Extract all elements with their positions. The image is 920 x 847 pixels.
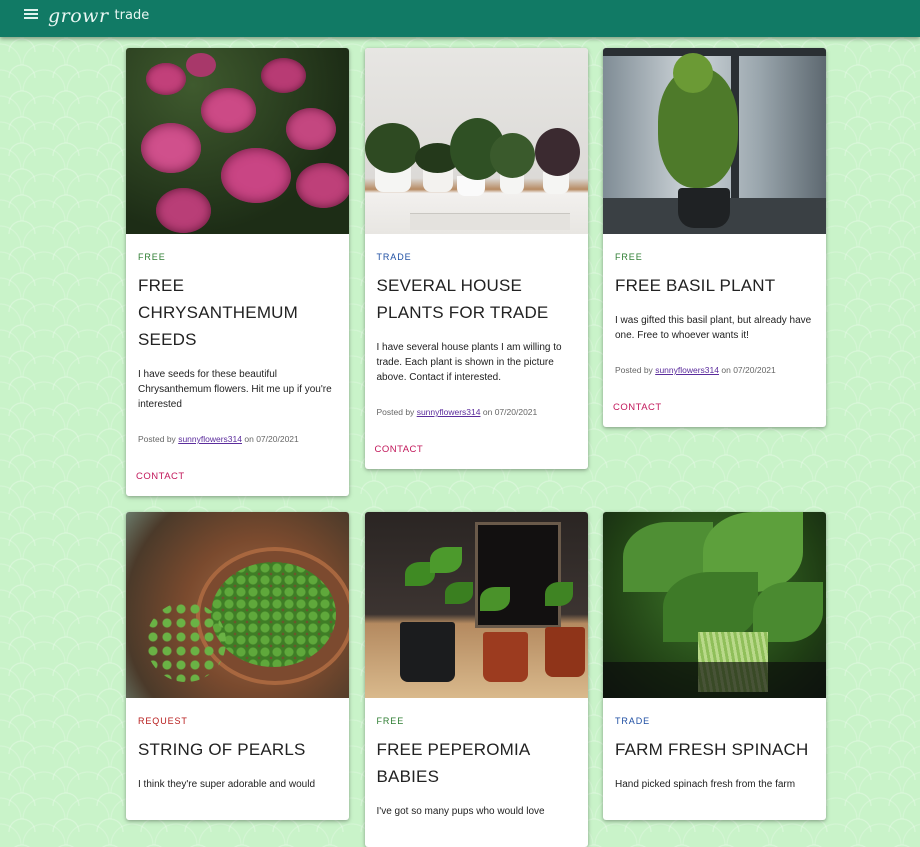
listing-card: TRADE SEVERAL HOUSE PLANTS FOR TRADE I h… <box>364 48 588 469</box>
listing-tag: FREE <box>138 252 166 262</box>
listing-card: FREE FREE BASIL PLANT I was gifted this … <box>603 48 826 427</box>
listing-card: FREE FREE CHRYSANTHEMUM SEEDS I have see… <box>126 48 349 496</box>
contact-button[interactable]: CONTACT <box>613 400 662 415</box>
listing-title: STRING OF PEARLS <box>138 740 306 759</box>
listing-grid: FREE FREE CHRYSANTHEMUM SEEDS I have see… <box>126 48 826 847</box>
listing-meta: Posted by sunnyflowers314 on 07/20/2021 <box>615 365 814 375</box>
listing-title: FARM FRESH SPINACH <box>615 740 809 759</box>
basil-plant-photo <box>603 48 826 234</box>
post-date: 07/20/2021 <box>733 365 776 375</box>
string-of-pearls-photo <box>126 512 349 698</box>
listing-description: I was gifted this basil plant, but alrea… <box>615 315 812 341</box>
listing-card: REQUEST STRING OF PEARLS I think they're… <box>126 512 349 820</box>
listing-tag: REQUEST <box>138 716 188 726</box>
house-plants-photo <box>364 48 588 234</box>
user-link[interactable]: sunnyflowers314 <box>178 434 242 444</box>
listing-description: I have seeds for these beautiful Chrysan… <box>138 369 332 410</box>
listing-tag: FREE <box>376 716 405 726</box>
listing-tag: FREE <box>615 252 643 262</box>
listing-description: I've got so many pups who would love <box>376 806 545 817</box>
listing-tag: TRADE <box>615 716 651 726</box>
user-link[interactable]: sunnyflowers314 <box>655 365 719 375</box>
listing-description: I have several house plants I am willing… <box>376 342 562 383</box>
user-link[interactable]: sunnyflowers314 <box>417 407 481 417</box>
post-date: 07/20/2021 <box>256 434 299 444</box>
brand-word: trade <box>114 8 150 23</box>
peperomia-photo <box>364 512 588 698</box>
listing-title: SEVERAL HOUSE PLANTS FOR TRADE <box>376 276 549 322</box>
app-bar: growr trade <box>0 0 920 37</box>
listing-card: FREE FREE PEPEROMIA BABIES I've got so m… <box>364 512 588 847</box>
contact-button[interactable]: CONTACT <box>375 442 424 457</box>
listing-description: I think they're super adorable and would <box>138 779 316 790</box>
date-prefix: on <box>244 434 254 444</box>
menu-icon[interactable] <box>24 9 38 21</box>
post-date: 07/20/2021 <box>494 407 538 417</box>
posted-prefix: Posted by <box>138 434 176 444</box>
listing-description: Hand picked spinach fresh from the farm <box>615 779 796 790</box>
posted-prefix: Posted by <box>376 407 415 417</box>
posted-prefix: Posted by <box>615 365 653 375</box>
listing-title: FREE CHRYSANTHEMUM SEEDS <box>138 276 299 349</box>
listing-title: FREE BASIL PLANT <box>615 276 776 295</box>
listing-title: FREE PEPEROMIA BABIES <box>376 740 530 786</box>
spinach-photo <box>603 512 826 698</box>
brand-logo[interactable]: growr trade <box>48 5 149 27</box>
listing-meta: Posted by sunnyflowers314 on 07/20/2021 <box>377 407 576 417</box>
listing-card: TRADE FARM FRESH SPINACH Hand picked spi… <box>603 512 826 820</box>
chrysanthemum-photo <box>126 48 349 234</box>
contact-button[interactable]: CONTACT <box>136 469 185 484</box>
listing-meta: Posted by sunnyflowers314 on 07/20/2021 <box>138 434 337 444</box>
brand-script: growr <box>48 5 109 27</box>
date-prefix: on <box>721 365 731 375</box>
listing-tag: TRADE <box>376 252 412 262</box>
date-prefix: on <box>482 407 493 417</box>
